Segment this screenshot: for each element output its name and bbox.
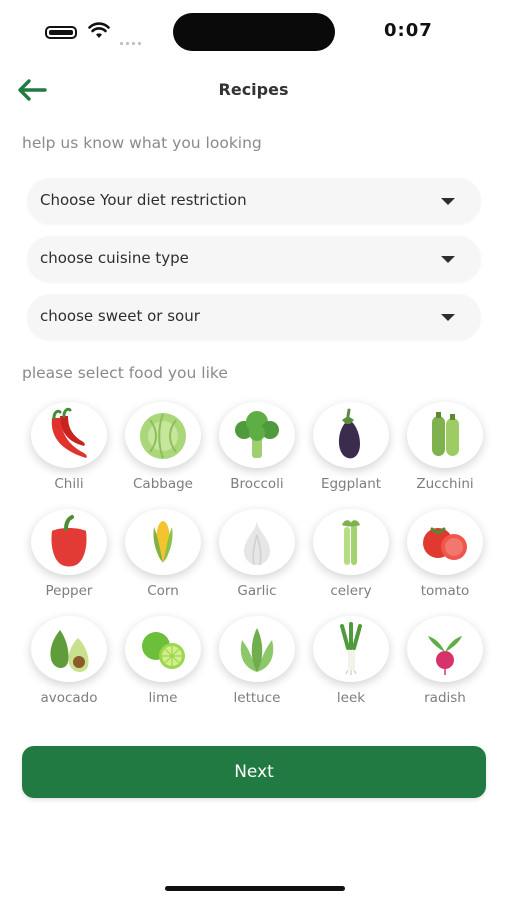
diet-restriction-select[interactable]: Choose Your diet restriction — [27, 178, 481, 224]
foods-prompt: please select food you like — [22, 364, 228, 382]
food-circle — [219, 616, 295, 682]
food-label: lettuce — [233, 690, 281, 706]
lime-icon — [142, 632, 185, 669]
cabbage-icon — [140, 413, 186, 459]
food-circle — [313, 402, 389, 468]
garlic-icon — [244, 521, 270, 566]
celery-icon — [342, 520, 360, 565]
food-circle — [31, 402, 107, 468]
radish-icon — [428, 636, 462, 675]
leek-icon — [340, 622, 362, 675]
food-circle — [125, 509, 201, 575]
food-item-lettuce[interactable]: lettuce — [210, 612, 304, 719]
food-label: Cabbage — [133, 476, 193, 492]
chili-icon — [51, 407, 87, 458]
food-circle — [125, 616, 201, 682]
food-item-pepper[interactable]: Pepper — [22, 505, 116, 612]
food-item-celery[interactable]: celery — [304, 505, 398, 612]
eggplant-icon — [338, 408, 360, 459]
food-label: leek — [336, 690, 366, 706]
tomato-icon — [423, 527, 467, 560]
food-label: tomato — [420, 583, 470, 599]
home-indicator — [165, 886, 345, 891]
wifi-icon — [88, 22, 110, 38]
food-item-eggplant[interactable]: Eggplant — [304, 398, 398, 505]
food-circle — [407, 616, 483, 682]
chevron-down-icon — [441, 256, 455, 263]
food-item-zucchini[interactable]: Zucchini — [398, 398, 492, 505]
cuisine-type-value: choose cuisine type — [40, 249, 189, 267]
broccoli-icon — [235, 411, 279, 458]
food-item-broccoli[interactable]: Broccoli — [210, 398, 304, 505]
food-circle — [407, 402, 483, 468]
corn-icon — [153, 521, 173, 563]
food-item-leek[interactable]: leek — [304, 612, 398, 719]
signal-icon — [120, 30, 144, 45]
food-item-corn[interactable]: Corn — [116, 505, 210, 612]
food-label: radish — [424, 690, 466, 706]
chevron-down-icon — [441, 198, 455, 205]
food-circle — [31, 509, 107, 575]
food-label: avocado — [40, 690, 98, 706]
food-item-tomato[interactable]: tomato — [398, 505, 492, 612]
food-item-lime[interactable]: lime — [116, 612, 210, 719]
food-label: Zucchini — [416, 476, 474, 492]
avocado-icon — [50, 630, 89, 672]
food-circle — [313, 616, 389, 682]
food-circle — [31, 616, 107, 682]
food-label: celery — [330, 583, 372, 599]
food-circle — [407, 509, 483, 575]
dynamic-island — [173, 13, 335, 51]
food-label: Garlic — [237, 583, 277, 599]
battery-icon — [45, 26, 77, 39]
pepper-icon — [51, 515, 87, 567]
sweet-or-sour-select[interactable]: choose sweet or sour — [27, 294, 481, 340]
food-item-avocado[interactable]: avocado — [22, 612, 116, 719]
zucchini-icon — [432, 412, 459, 456]
food-grid: Chili Cabbage Broccoli Eggplant Zucchini… — [22, 398, 494, 719]
food-circle — [219, 509, 295, 575]
food-circle — [125, 402, 201, 468]
sweet-or-sour-value: choose sweet or sour — [40, 307, 200, 325]
filters-prompt: help us know what you looking — [22, 134, 262, 152]
food-label: Eggplant — [320, 476, 382, 492]
status-bar: 0:07 — [0, 0, 507, 62]
next-button[interactable]: Next — [22, 746, 486, 798]
food-label: Chili — [54, 476, 84, 492]
cuisine-type-select[interactable]: choose cuisine type — [27, 236, 481, 282]
page-title: Recipes — [218, 80, 289, 99]
food-item-garlic[interactable]: Garlic — [210, 505, 304, 612]
food-item-radish[interactable]: radish — [398, 612, 492, 719]
food-circle — [219, 402, 295, 468]
food-circle — [313, 509, 389, 575]
chevron-down-icon — [441, 314, 455, 321]
food-label: Broccoli — [230, 476, 284, 492]
lettuce-icon — [240, 628, 274, 672]
food-label: Pepper — [45, 583, 93, 599]
food-label: lime — [148, 690, 178, 706]
food-item-cabbage[interactable]: Cabbage — [116, 398, 210, 505]
status-time: 0:07 — [384, 20, 433, 41]
food-item-chili[interactable]: Chili — [22, 398, 116, 505]
food-label: Corn — [147, 583, 179, 599]
diet-restriction-value: Choose Your diet restriction — [40, 191, 247, 209]
